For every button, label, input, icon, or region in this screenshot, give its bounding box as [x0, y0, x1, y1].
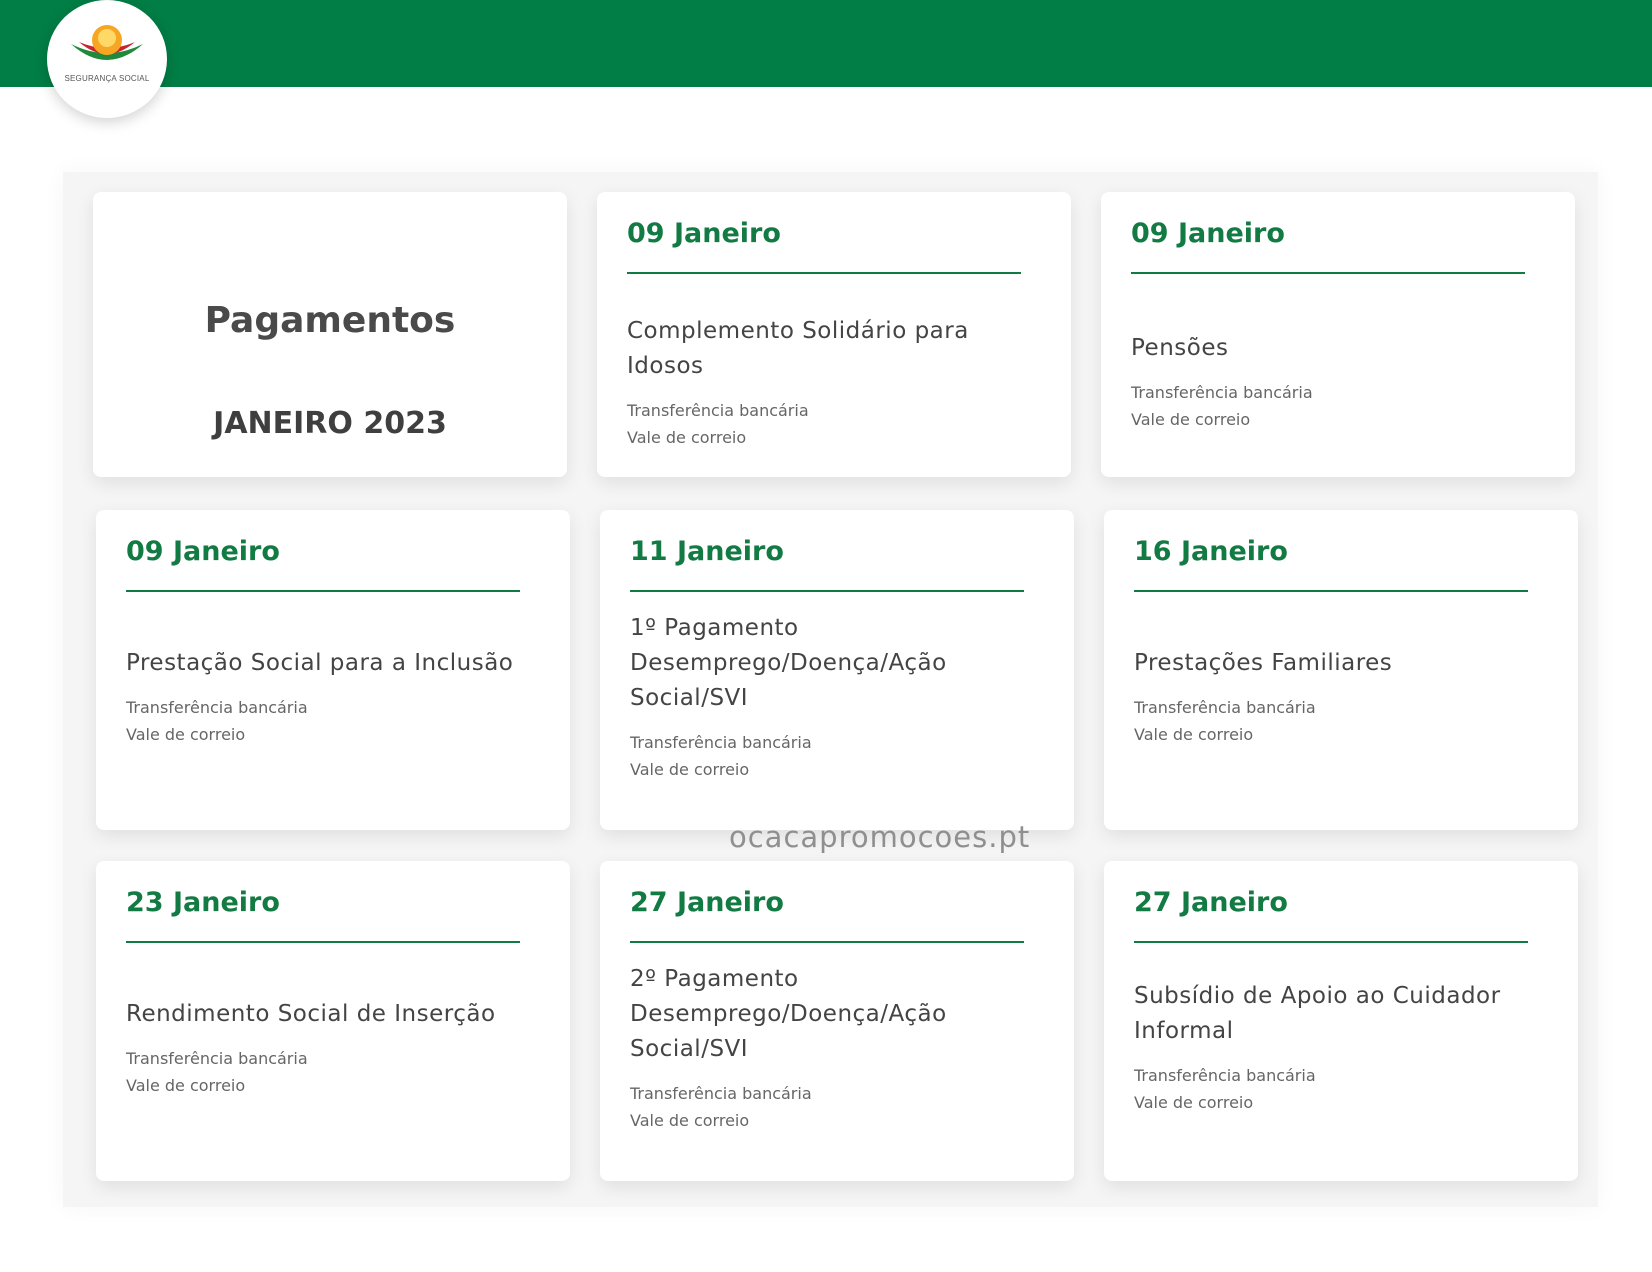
payment-title: 2º Pagamento Desemprego/Doença/Ação Soci… — [630, 966, 947, 1062]
payment-date: 27 Janeiro — [630, 887, 784, 918]
divider — [627, 272, 1021, 274]
payment-details: 1º Pagamento Desemprego/Doença/Ação Soci… — [630, 611, 1050, 783]
seguranca-social-logo-icon — [71, 25, 143, 60]
payment-method: Transferência bancária — [126, 698, 308, 717]
payment-card: 11 Janeiro 1º Pagamento Desemprego/Doenç… — [600, 510, 1074, 830]
divider — [1134, 941, 1528, 943]
payment-title: Complemento Solidário para Idosos — [627, 318, 969, 379]
logo-text: SEGURANÇA SOCIAL — [64, 74, 150, 83]
payment-method: Transferência bancária — [1131, 383, 1313, 402]
payment-method: Vale de correio — [126, 725, 246, 744]
payment-date: 23 Janeiro — [126, 887, 280, 918]
payment-method: Vale de correio — [627, 428, 747, 447]
page-title: Pagamentos — [204, 300, 456, 341]
payment-title: Prestações Familiares — [1134, 650, 1393, 676]
divider — [126, 941, 520, 943]
divider — [630, 590, 1024, 592]
payment-title: Subsídio de Apoio ao Cuidador Informal — [1134, 983, 1501, 1044]
page-subtitle: JANEIRO 2023 — [213, 406, 447, 441]
divider — [126, 590, 520, 592]
payment-date: 27 Janeiro — [1134, 887, 1288, 918]
payment-method: Transferência bancária — [630, 733, 812, 752]
payment-details: Complemento Solidário para Idosos Transf… — [627, 314, 1047, 451]
payment-card: 23 Janeiro Rendimento Social de Inserção… — [96, 861, 570, 1181]
divider — [630, 941, 1024, 943]
payment-method: Transferência bancária — [627, 401, 809, 420]
payment-details: Rendimento Social de Inserção Transferên… — [126, 997, 546, 1099]
payment-title: 1º Pagamento Desemprego/Doença/Ação Soci… — [630, 615, 947, 711]
payment-date: 16 Janeiro — [1134, 536, 1288, 567]
payment-card: 27 Janeiro Subsídio de Apoio ao Cuidador… — [1104, 861, 1578, 1181]
payment-details: Prestação Social para a Inclusão Transfe… — [126, 646, 546, 748]
payment-details: Pensões Transferência bancária Vale de c… — [1131, 331, 1551, 433]
payment-card: 09 Janeiro Prestação Social para a Inclu… — [96, 510, 570, 830]
payment-method: Vale de correio — [630, 760, 750, 779]
payment-details: Prestações Familiares Transferência banc… — [1134, 646, 1554, 748]
payment-date: 09 Janeiro — [627, 218, 781, 249]
payment-method: Transferência bancária — [1134, 698, 1316, 717]
payment-title: Pensões — [1131, 335, 1229, 361]
payment-details: Subsídio de Apoio ao Cuidador Informal T… — [1134, 979, 1554, 1116]
payment-card: 16 Janeiro Prestações Familiares Transfe… — [1104, 510, 1578, 830]
hero-card: Pagamentos JANEIRO 2023 — [93, 192, 567, 477]
payment-method: Transferência bancária — [1134, 1066, 1316, 1085]
payment-card: 09 Janeiro Pensões Transferência bancári… — [1101, 192, 1575, 477]
payment-date: 09 Janeiro — [1131, 218, 1285, 249]
seguranca-social-logo[interactable]: SEGURANÇA SOCIAL — [47, 0, 167, 118]
divider — [1131, 272, 1525, 274]
payment-date: 09 Janeiro — [126, 536, 280, 567]
payment-card: 27 Janeiro 2º Pagamento Desemprego/Doenç… — [600, 861, 1074, 1181]
payment-title: Rendimento Social de Inserção — [126, 1001, 496, 1027]
watermark-text: ocacapromocoes.pt — [729, 820, 1031, 854]
payments-panel: Pagamentos JANEIRO 2023 09 Janeiro Compl… — [63, 172, 1598, 1207]
payment-method: Vale de correio — [1134, 725, 1254, 744]
payment-method: Vale de correio — [630, 1111, 750, 1130]
payment-date: 11 Janeiro — [630, 536, 784, 567]
payment-method: Vale de correio — [1134, 1093, 1254, 1112]
payment-method: Vale de correio — [126, 1076, 246, 1095]
divider — [1134, 590, 1528, 592]
payment-method: Vale de correio — [1131, 410, 1251, 429]
payment-card: 09 Janeiro Complemento Solidário para Id… — [597, 192, 1071, 477]
payment-title: Prestação Social para a Inclusão — [126, 650, 514, 676]
payment-method: Transferência bancária — [630, 1084, 812, 1103]
payment-method: Transferência bancária — [126, 1049, 308, 1068]
payment-details: 2º Pagamento Desemprego/Doença/Ação Soci… — [630, 962, 1050, 1134]
top-header-bar — [0, 0, 1652, 87]
